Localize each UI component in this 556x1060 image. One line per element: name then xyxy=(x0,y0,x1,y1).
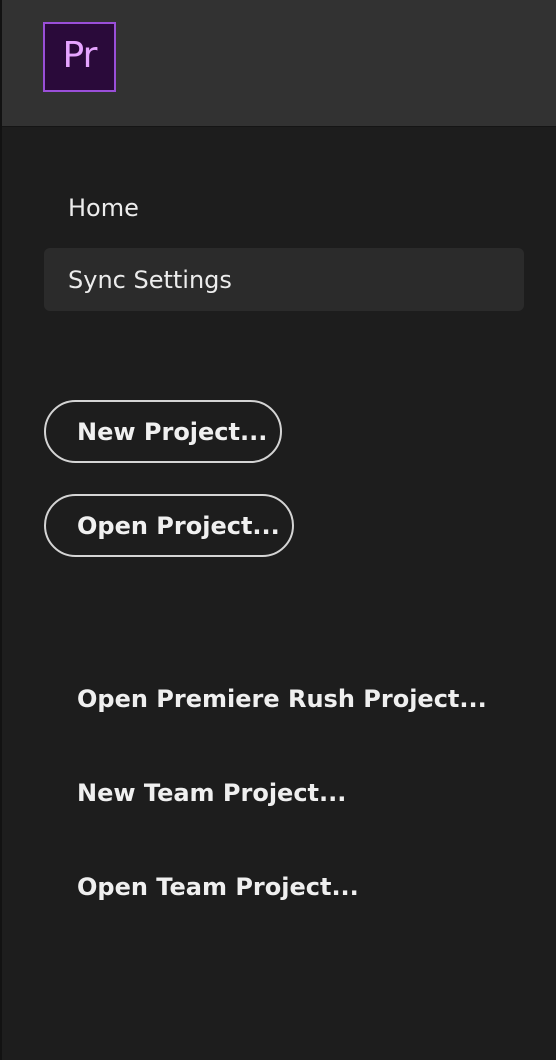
open-premiere-rush-project-link[interactable]: Open Premiere Rush Project... xyxy=(77,683,487,715)
nav-item-sync-settings[interactable]: Sync Settings xyxy=(44,248,524,311)
open-project-button-label: Open Project... xyxy=(77,511,280,540)
nav-item-home-label: Home xyxy=(68,193,139,222)
start-screen: Pr Home Sync Settings New Project... Ope… xyxy=(0,0,556,1060)
header-bar: Pr xyxy=(2,0,556,127)
new-project-button-label: New Project... xyxy=(77,417,268,446)
nav-item-home[interactable]: Home xyxy=(44,176,524,239)
logo-text: Pr xyxy=(62,34,98,76)
new-team-project-link[interactable]: New Team Project... xyxy=(77,777,346,809)
open-team-project-link[interactable]: Open Team Project... xyxy=(77,871,359,903)
new-project-button[interactable]: New Project... xyxy=(44,400,282,463)
nav-item-sync-settings-label: Sync Settings xyxy=(68,265,232,294)
premiere-pro-logo-icon: Pr xyxy=(43,22,116,92)
open-project-button[interactable]: Open Project... xyxy=(44,494,294,557)
